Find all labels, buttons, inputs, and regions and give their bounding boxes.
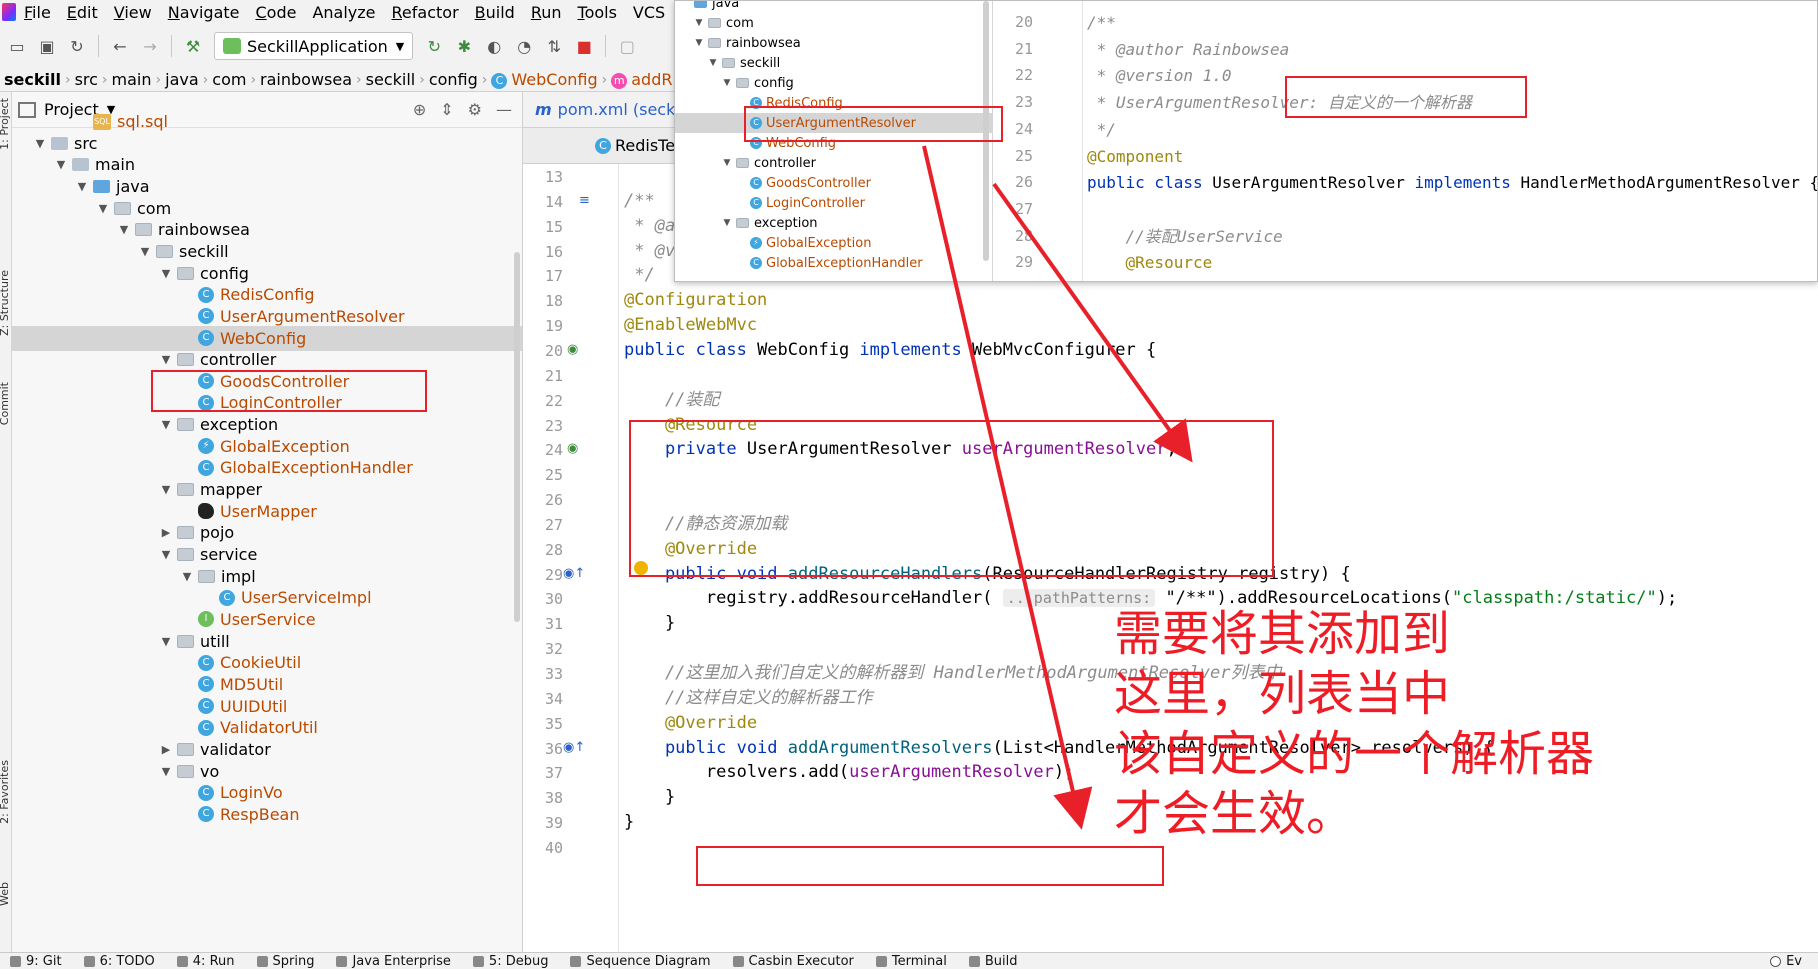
- tool-window-label: Spring: [272, 953, 315, 969]
- tool-window-label: 4: Run: [192, 953, 235, 969]
- annotation-line-4: 才会生效。: [1114, 786, 1355, 842]
- tool-window-icon: [176, 955, 188, 967]
- tool-window-button-sequence-diagram[interactable]: Sequence Diagram: [560, 954, 722, 969]
- tool-window-button-casbin-executor[interactable]: Casbin Executor: [723, 954, 866, 969]
- arrow-to-resource-field: [992, 182, 1193, 463]
- tool-window-button-5-debug[interactable]: 5: Debug: [463, 954, 561, 969]
- tool-window-icon: [256, 955, 268, 967]
- tool-window-icon: [336, 955, 348, 967]
- tool-window-button-build[interactable]: Build: [959, 954, 1030, 969]
- event-log-button[interactable]: Ev: [1760, 954, 1814, 969]
- tool-window-button-terminal[interactable]: Terminal: [866, 954, 959, 969]
- tool-window-button-4-run[interactable]: 4: Run: [167, 954, 247, 969]
- tool-window-button-9-git[interactable]: 9: Git: [0, 954, 74, 969]
- tool-window-buttons: 9: Git 6: TODO 4: Run Spring Java Enterprise…: [0, 954, 1029, 969]
- annotation-line-1: 需要将其添加到: [1114, 606, 1451, 662]
- arrow-to-resolvers-add: [922, 145, 1093, 830]
- tool-window-icon: [968, 955, 980, 967]
- tool-window-bar: 9: Git 6: TODO 4: Run Spring Java Enterprise…: [0, 952, 1818, 969]
- event-log-icon: [1770, 955, 1782, 967]
- tool-window-icon: [732, 955, 744, 967]
- tool-window-button-java-enterprise[interactable]: Java Enterprise: [326, 954, 462, 969]
- tool-window-icon: [875, 955, 887, 967]
- tool-window-label: Casbin Executor: [748, 953, 854, 969]
- tool-window-label: 5: Debug: [488, 953, 549, 969]
- tool-window-label: Java Enterprise: [352, 953, 451, 969]
- tool-window-label: Sequence Diagram: [586, 953, 711, 969]
- tool-window-icon: [10, 955, 21, 967]
- annotation-line-3: 该自定义的一个解析器: [1114, 726, 1595, 782]
- tool-window-button-6-todo[interactable]: 6: TODO: [74, 954, 167, 969]
- tool-window-label: 9: Git: [26, 953, 62, 969]
- tool-window-button-spring[interactable]: Spring: [247, 954, 327, 969]
- tool-window-label: Build: [984, 953, 1018, 969]
- annotation-line-2: 这里，列表当中: [1114, 666, 1451, 722]
- tool-window-icon: [83, 955, 95, 967]
- tool-window-icon: [570, 955, 582, 967]
- tool-window-label: 6: TODO: [99, 953, 155, 969]
- tool-window-icon: [472, 955, 484, 967]
- event-log-label: Ev: [1786, 953, 1802, 969]
- tool-window-label: Terminal: [891, 953, 947, 969]
- annotation-note: 需要将其添加到 这里，列表当中 该自定义的一个解析器 才会生效。: [1114, 604, 1714, 844]
